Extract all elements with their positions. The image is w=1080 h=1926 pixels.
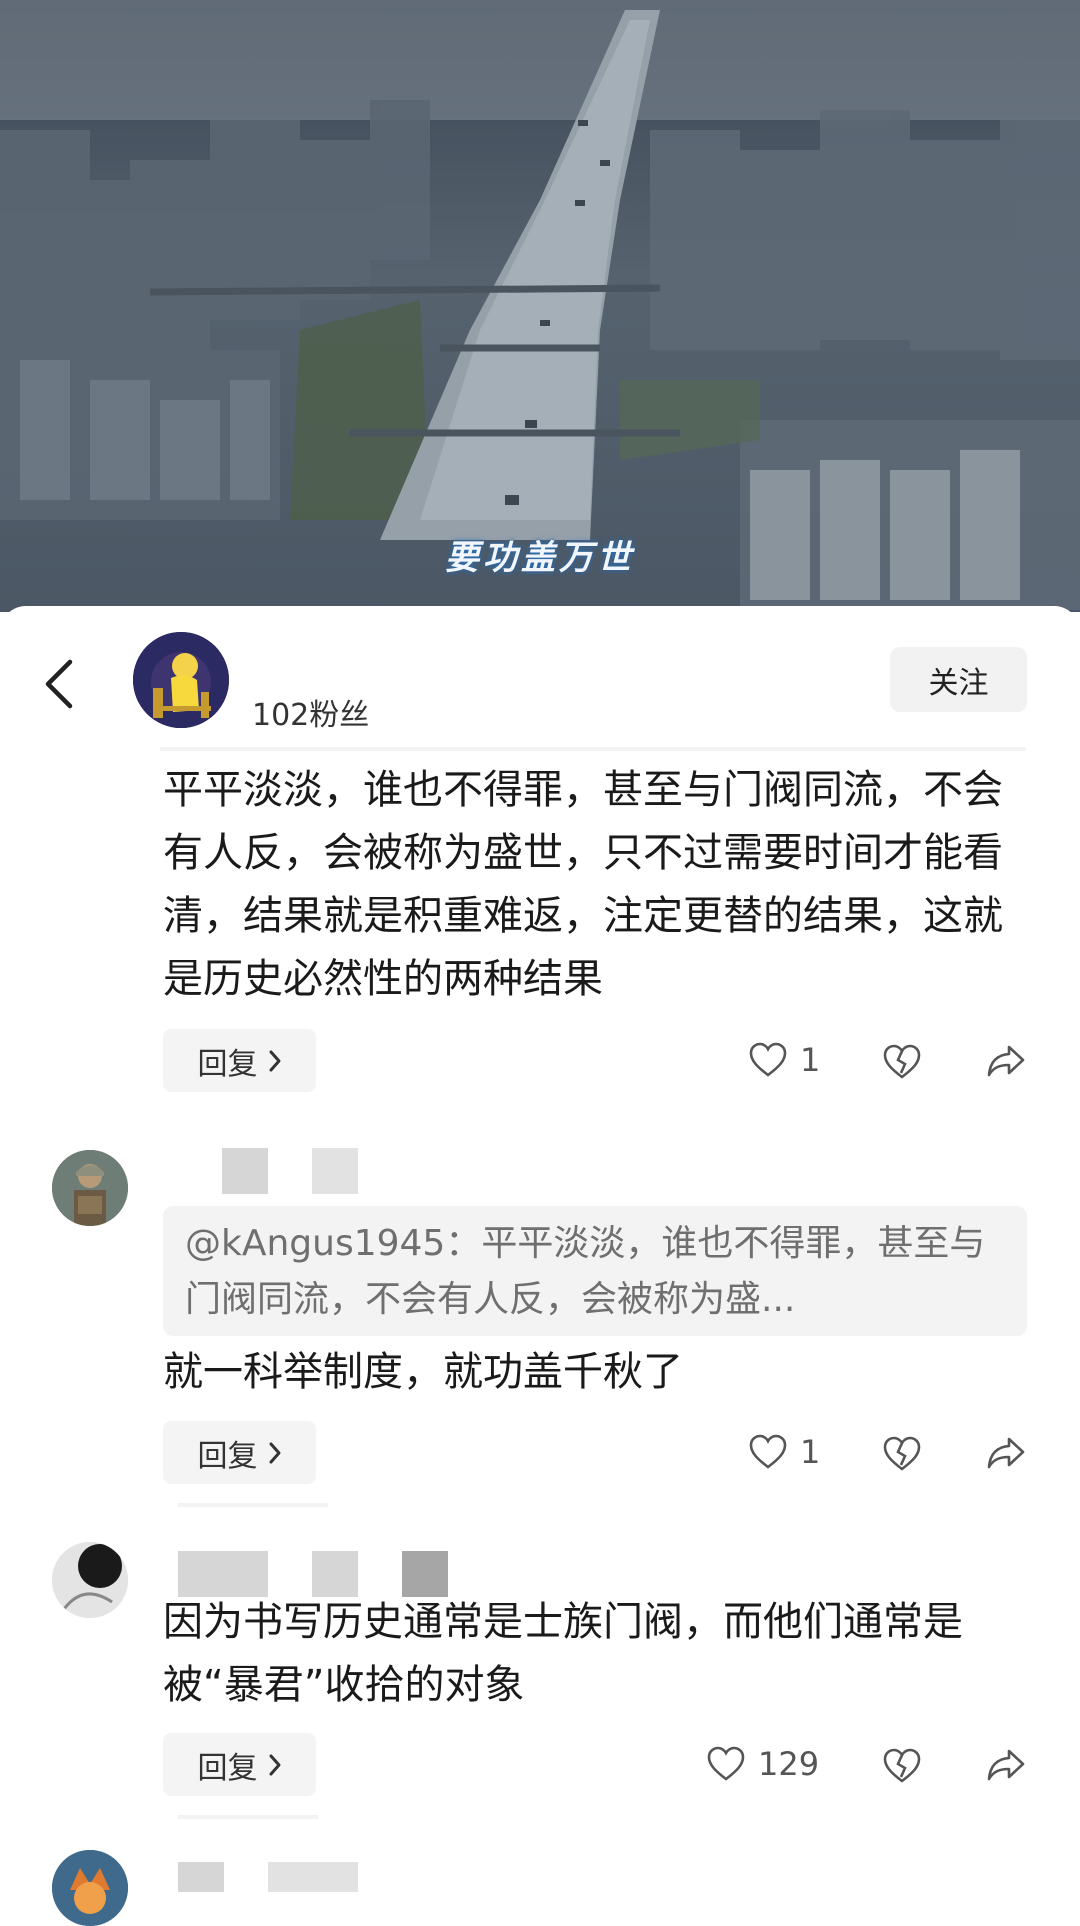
share-icon — [987, 1045, 1025, 1077]
follower-count: 102粉丝 — [252, 698, 370, 733]
author-avatar[interactable] — [133, 632, 229, 728]
follow-button[interactable]: 关注 — [890, 647, 1027, 712]
like-button[interactable]: 1 — [748, 1433, 820, 1471]
like-count: 1 — [800, 1433, 821, 1471]
share-button[interactable] — [986, 1043, 1026, 1079]
reply-button[interactable]: 回复 — [163, 1029, 316, 1092]
like-count: 129 — [758, 1745, 820, 1783]
back-button[interactable] — [40, 658, 80, 710]
quoted-text: @kAngus1945：平平淡淡，谁也不得罪，甚至与门阀同流，不会有人反，会被称… — [185, 1223, 986, 1320]
username-redacted — [312, 1148, 358, 1194]
avatar-image — [52, 1150, 128, 1226]
chevron-right-icon — [269, 1050, 280, 1071]
video-player[interactable]: 要功盖万世 — [0, 0, 1080, 612]
chevron-left-icon — [45, 659, 73, 709]
share-icon — [987, 1749, 1025, 1781]
reply-label: 回复 — [197, 1046, 258, 1082]
username-redacted — [268, 1862, 358, 1892]
dislike-button[interactable] — [882, 1747, 922, 1785]
divider — [178, 1503, 328, 1507]
reply-button[interactable]: 回复 — [163, 1733, 316, 1796]
video-frame-river-city — [0, 0, 1080, 610]
reply-label: 回复 — [197, 1750, 258, 1786]
heart-icon — [749, 1434, 787, 1469]
heartbreak-icon — [883, 1748, 921, 1783]
like-button[interactable]: 129 — [706, 1745, 819, 1783]
comment-text: 因为书写历史通常是士族门阀，而他们通常是被“暴君”收拾的对象 — [163, 1599, 963, 1708]
heartbreak-icon — [883, 1436, 921, 1471]
reply-label: 回复 — [197, 1438, 258, 1474]
dislike-button[interactable] — [882, 1043, 922, 1081]
username-redacted — [222, 1148, 268, 1194]
heart-icon — [749, 1042, 787, 1077]
chevron-right-icon — [269, 1754, 280, 1775]
username-redacted — [178, 1862, 224, 1892]
share-icon — [987, 1437, 1025, 1469]
dislike-button[interactable] — [882, 1435, 922, 1473]
share-button[interactable] — [986, 1435, 1026, 1471]
avatar-image — [133, 632, 229, 728]
avatar[interactable] — [52, 1542, 128, 1618]
heartbreak-icon — [883, 1044, 921, 1079]
divider — [178, 1815, 318, 1819]
video-caption: 要功盖万世 — [445, 538, 635, 578]
like-button[interactable]: 1 — [748, 1041, 820, 1079]
chevron-right-icon — [269, 1442, 280, 1463]
avatar-image — [52, 1850, 128, 1926]
comment-text: 平平淡淡，谁也不得罪，甚至与门阀同流，不会有人反，会被称为盛世，只不过需要时间才… — [163, 767, 1003, 1002]
like-count: 1 — [800, 1041, 821, 1079]
avatar[interactable] — [52, 1150, 128, 1226]
heart-icon — [707, 1746, 745, 1781]
avatar-image — [52, 1542, 128, 1618]
divider — [160, 747, 1026, 751]
reply-button[interactable]: 回复 — [163, 1421, 316, 1484]
share-button[interactable] — [986, 1747, 1026, 1783]
comment-text: 就一科举制度，就功盖千秋了 — [163, 1349, 683, 1395]
avatar[interactable] — [52, 1850, 128, 1926]
quoted-reply[interactable]: @kAngus1945：平平淡淡，谁也不得罪，甚至与门阀同流，不会有人反，会被称… — [163, 1206, 1027, 1336]
